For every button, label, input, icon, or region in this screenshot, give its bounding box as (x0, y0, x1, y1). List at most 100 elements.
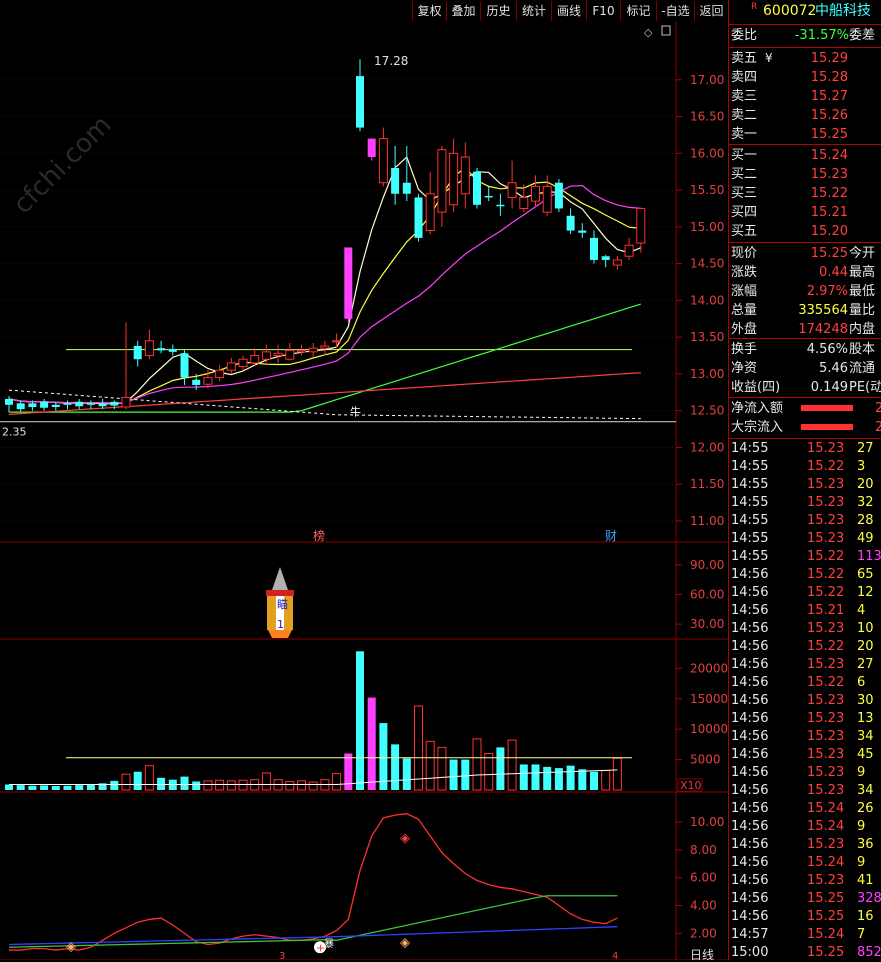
tick-price: 15.23 (807, 477, 845, 492)
tick-time: 14:56 (731, 783, 769, 798)
candle-body (157, 348, 166, 351)
tick-time: 14:56 (731, 873, 769, 888)
tick-volume: 49 (857, 531, 874, 546)
stock-code: 600072 (763, 3, 817, 19)
stat-row-value: 335564 (798, 303, 848, 318)
ask-row-label: 卖五 (731, 51, 758, 66)
stat-row-label2: 今开 (849, 246, 876, 261)
tick-price: 15.23 (807, 513, 845, 528)
bid-row: 买五 15.20 (731, 222, 881, 241)
tick-time: 14:56 (731, 837, 769, 852)
bid-row: 买三 15.22 (731, 184, 881, 203)
volume-bar (391, 744, 400, 790)
toolbar-button[interactable]: 标记 (620, 1, 656, 21)
tick-volume: 328 (857, 891, 881, 906)
ask-row-label: 卖四 (731, 70, 758, 85)
volume-bar (379, 723, 388, 790)
ask-row: 卖二 15.26 (731, 106, 881, 125)
stat2-row-label2: 流通 (849, 361, 876, 376)
volume-bar (543, 766, 552, 790)
volume-unit: X10 (680, 779, 702, 792)
candle-body (496, 204, 505, 207)
candle-body (578, 230, 587, 233)
toolbar-button[interactable]: 返回 (694, 1, 728, 21)
bid-row-value: 15.20 (810, 224, 848, 239)
candle-body (63, 403, 72, 405)
volume-bar (16, 785, 25, 790)
bid-row-value: 15.24 (810, 148, 848, 163)
volume-bar (180, 776, 189, 790)
flow-label: 净流入额 (731, 401, 784, 416)
toolbar-button[interactable]: 历史 (480, 1, 516, 21)
volume-bar (238, 779, 248, 791)
line-axis-label: 6.00 (690, 871, 717, 885)
volume-bar (507, 739, 517, 791)
toolbar-button[interactable]: 叠加 (446, 1, 480, 21)
toolbar-button[interactable]: F10 (586, 1, 620, 21)
tick-volume: 852 (857, 945, 881, 960)
volume-axis-label: 5000 (690, 753, 721, 767)
toolbar-button[interactable]: 复权 (412, 1, 446, 21)
window-icon[interactable] (661, 25, 671, 36)
price-axis-label: 11.50 (690, 477, 724, 491)
tick-volume: 3 (857, 459, 866, 474)
tick-volume: 26 (857, 801, 874, 816)
ma120-line (8, 372, 641, 415)
candle-body (484, 195, 493, 198)
candle-body (531, 185, 540, 202)
diamond-icon[interactable]: ◇ (644, 26, 653, 39)
candle-body (250, 355, 260, 364)
ask-row: 卖五 15.29 ¥ (731, 49, 881, 68)
tick-row: 14:56 15.22 20 (731, 638, 881, 656)
stat2-row: 净资 5.46 流通 (731, 359, 881, 378)
tick-row: 14:56 15.23 45 (731, 746, 881, 764)
tick-time: 14:56 (731, 801, 769, 816)
tick-price: 15.23 (807, 495, 845, 510)
indicator-axis-label: 90.00 (690, 558, 724, 572)
volume-bar (578, 769, 587, 790)
tick-time: 14:55 (731, 513, 769, 528)
bid-row-label: 买五 (731, 224, 758, 239)
candle-body (367, 138, 376, 157)
cai-marker[interactable]: 财 (605, 529, 617, 543)
bang-marker[interactable]: 榜 (313, 528, 325, 543)
volume-bar (133, 771, 142, 790)
tick-price: 15.24 (807, 927, 845, 942)
period-label[interactable]: 日线 (690, 948, 714, 960)
ask-row: 卖三 15.27 (731, 87, 881, 106)
stat-row-value: 15.25 (810, 246, 848, 261)
bid-row: 买一 15.24 (731, 146, 881, 165)
volume-bar (496, 747, 505, 790)
volume-bar (144, 765, 154, 791)
tick-price: 15.23 (807, 783, 845, 798)
candle-body (437, 149, 447, 213)
tick-price: 15.22 (807, 639, 845, 654)
rocket-sub: 1 (277, 618, 284, 631)
stat-row-label2: 内盘 (849, 322, 876, 337)
volume-axis-label: 10000 (690, 722, 728, 736)
tick-volume: 27 (857, 441, 874, 456)
flow-tail: 2 (875, 420, 881, 435)
tick-row: 14:56 15.22 6 (731, 674, 881, 692)
volume-bar (484, 753, 494, 791)
tick-row: 14:55 15.23 27 (731, 440, 881, 458)
tick-price: 15.23 (807, 873, 845, 888)
candle-body (344, 247, 353, 319)
toolbar-button[interactable]: 画线 (551, 1, 586, 21)
volume-bar (51, 786, 60, 790)
candle-body (554, 182, 563, 209)
tick-row: 14:55 15.22 3 (731, 458, 881, 476)
candle-body (356, 76, 364, 128)
stat-row-label: 总量 (731, 303, 758, 318)
tick-volume: 34 (857, 783, 874, 798)
toolbar-button[interactable]: -自选 (656, 1, 694, 21)
ask-row-value: 15.25 (810, 127, 848, 142)
stat2-row: 换手 4.56% 股本 (731, 340, 881, 359)
stat-row: 现价 15.25 今开 (731, 244, 881, 263)
volume-bar (449, 759, 458, 790)
tick-row: 14:56 15.24 26 (731, 800, 881, 818)
toolbar-button[interactable]: 统计 (516, 1, 551, 21)
tick-volume: 7 (857, 927, 866, 942)
volume-bar (566, 765, 575, 790)
chart-area[interactable]: 17.0016.5016.0015.5015.0014.5014.0013.50… (0, 22, 728, 960)
